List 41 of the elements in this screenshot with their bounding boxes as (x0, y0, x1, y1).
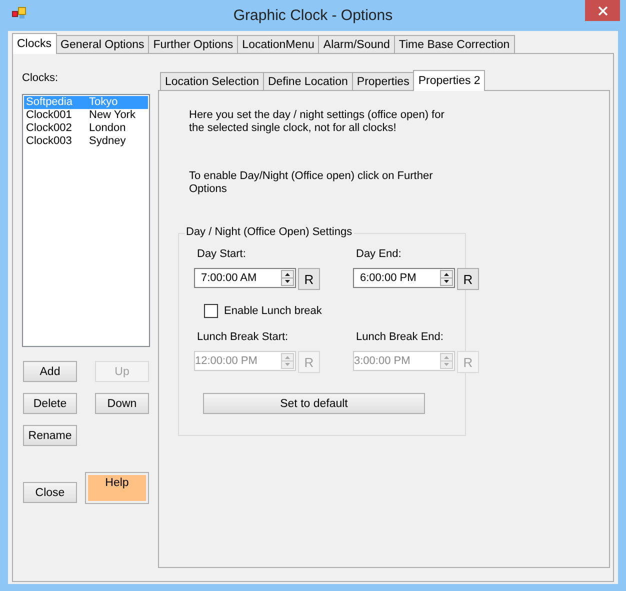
hint-text: To enable Day/Night (Office open) click on Further Options (189, 170, 434, 196)
tab[interactable]: LocationMenu (237, 35, 320, 53)
close-button[interactable] (585, 0, 620, 21)
spinner-icon[interactable] (281, 270, 294, 286)
clocks-label: Clocks: (22, 72, 60, 86)
spinner-icon[interactable] (440, 270, 453, 286)
clock-list[interactable]: Softpedia Tokyo Clock001 New York Clock002 London Clock003 Sydney (22, 94, 150, 347)
tab[interactable]: Alarm/Sound (318, 35, 395, 53)
tab[interactable]: General Options (56, 35, 150, 53)
close-icon (598, 6, 608, 16)
tab[interactable]: Define Location (262, 72, 353, 90)
tab[interactable]: Clocks (12, 33, 57, 54)
field-label: Lunch Break Start: (197, 331, 290, 345)
button[interactable]: Down (95, 393, 149, 414)
clock-list-item[interactable]: Clock001 New York (24, 109, 148, 122)
checkbox-label: Enable Lunch break (224, 305, 322, 317)
field-label: Lunch Break End: (356, 331, 444, 345)
field-label: Day Start: (197, 248, 247, 262)
app-icon (12, 6, 26, 18)
tab[interactable]: Further Options (148, 35, 238, 53)
clock-list-item[interactable]: Clock003 Sydney (24, 135, 148, 148)
button[interactable]: Help (86, 473, 148, 503)
button[interactable]: Rename (23, 425, 77, 446)
button[interactable]: Delete (23, 393, 77, 414)
window-title: Graphic Clock - Options (233, 7, 393, 24)
button[interactable]: Close (23, 482, 77, 503)
reset-button[interactable]: R (298, 268, 320, 290)
clock-list-item[interactable]: Clock002 London (24, 122, 148, 135)
tab[interactable]: Properties (352, 72, 414, 90)
tab[interactable]: Properties 2 (413, 70, 486, 91)
time-field[interactable]: 7:00:00 AM (194, 268, 296, 288)
group-title: Day / Night (Office Open) Settings (185, 226, 354, 238)
reset-button[interactable]: R (457, 268, 479, 290)
tab[interactable]: Time Base Correction (394, 35, 515, 53)
tab[interactable]: Location Selection (160, 72, 264, 90)
field-label: Day End: (356, 248, 402, 262)
set-default-button[interactable]: Set to default (203, 393, 425, 414)
intro-text: Here you set the day / night settings (office open) for the selected single clock, not for all clocks! (189, 109, 446, 135)
time-field[interactable]: 6:00:00 PM (353, 268, 455, 288)
checkbox[interactable] (204, 304, 218, 318)
button[interactable]: Add (23, 361, 77, 382)
